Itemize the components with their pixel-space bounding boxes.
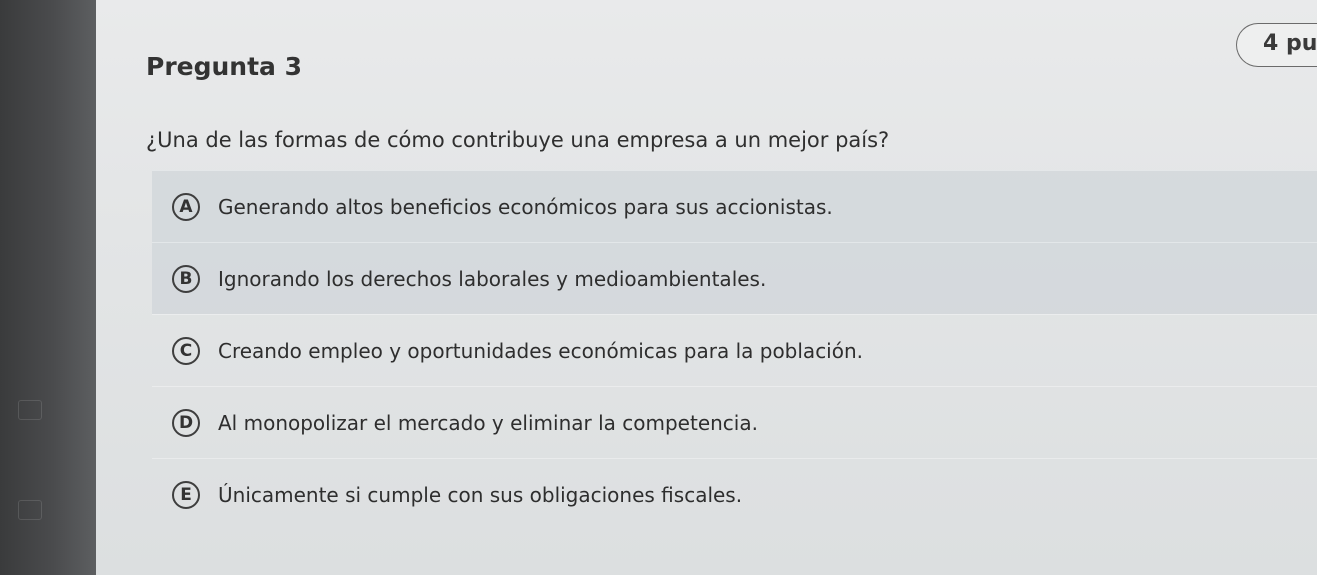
points-badge: 4 pu [1236, 23, 1317, 67]
question-text: ¿Una de las formas de cómo contribuye un… [146, 128, 890, 152]
option-b[interactable]: B Ignorando los derechos laborales y med… [152, 242, 1317, 314]
option-letter-d: D [172, 408, 200, 437]
option-letter-a: A [172, 192, 200, 221]
question-panel: Pregunta 3 4 pu ¿Una de las formas de có… [96, 0, 1317, 575]
option-text-b: Ignorando los derechos laborales y medio… [218, 266, 767, 291]
option-d[interactable]: D Al monopolizar el mercado y eliminar l… [152, 386, 1317, 458]
question-title: Pregunta 3 [146, 52, 303, 81]
option-text-e: Únicamente si cumple con sus obligacione… [218, 482, 743, 507]
option-c[interactable]: C Creando empleo y oportunidades económi… [152, 314, 1317, 386]
left-sidebar [0, 0, 96, 575]
option-letter-c: C [172, 336, 200, 365]
option-text-c: Creando empleo y oportunidades económica… [218, 338, 864, 363]
option-letter-e: E [172, 480, 200, 509]
sidebar-icon [18, 500, 42, 520]
option-e[interactable]: E Únicamente si cumple con sus obligacio… [152, 458, 1317, 530]
option-letter-b: B [172, 264, 200, 293]
option-text-d: Al monopolizar el mercado y eliminar la … [218, 410, 758, 435]
option-a[interactable]: A Generando altos beneficios económicos … [152, 170, 1317, 242]
answer-options: A Generando altos beneficios económicos … [152, 170, 1317, 530]
sidebar-icon [18, 400, 42, 420]
option-text-a: Generando altos beneficios económicos pa… [218, 194, 833, 219]
